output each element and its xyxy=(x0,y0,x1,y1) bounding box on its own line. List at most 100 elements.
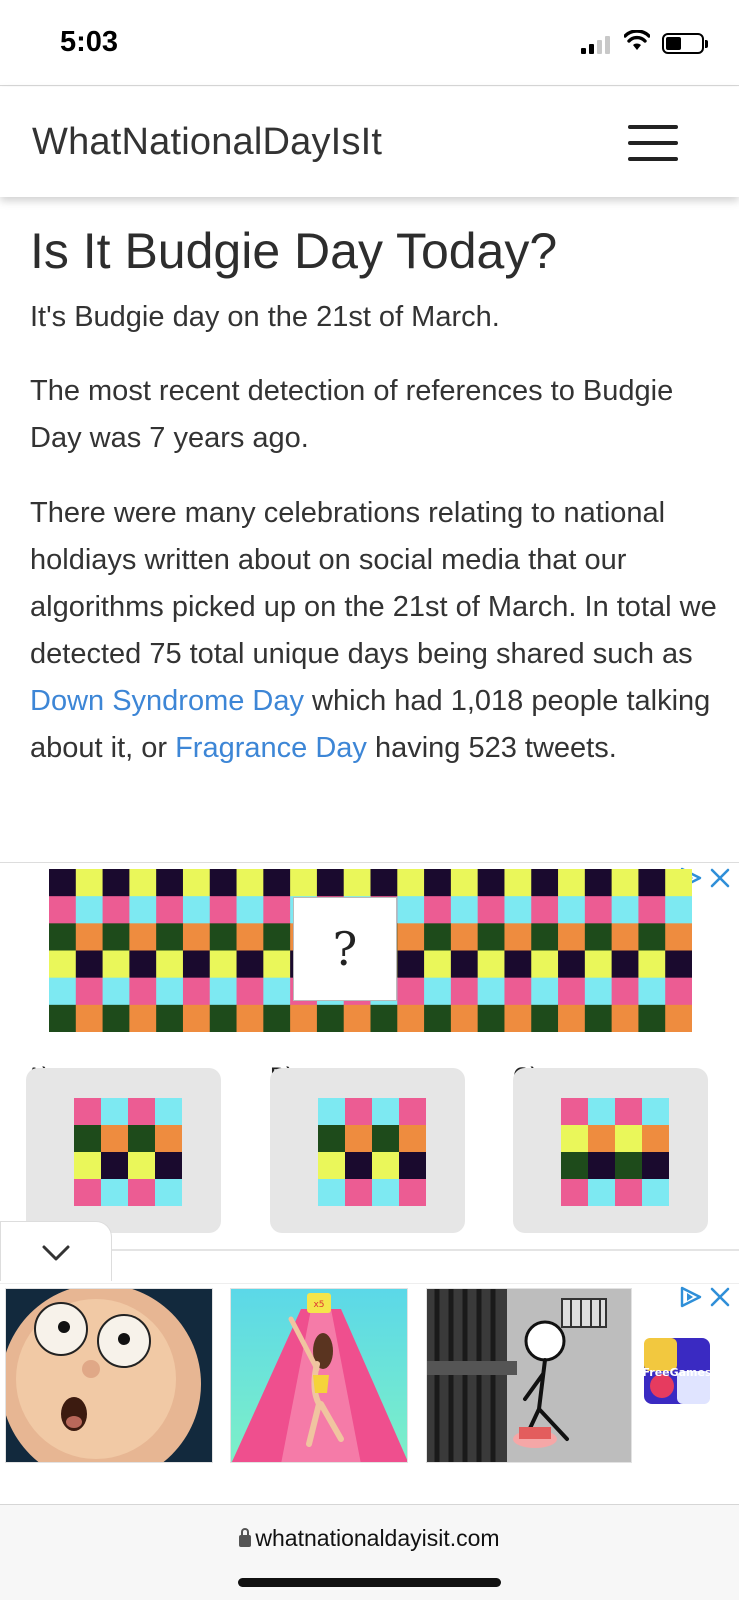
option-cell xyxy=(615,1125,643,1153)
pattern-cell xyxy=(129,923,157,951)
option-cell xyxy=(128,1125,156,1153)
pattern-cell xyxy=(665,923,692,951)
pattern-cell xyxy=(665,1004,692,1032)
pattern-cell xyxy=(49,1004,77,1032)
adchoices-icon[interactable] xyxy=(679,1286,703,1308)
pattern-cell xyxy=(611,923,639,951)
pattern-cell xyxy=(665,977,692,1006)
pattern-cell xyxy=(156,977,184,1006)
games-ad[interactable]: x5 FreeGames xyxy=(0,1283,739,1463)
ad-controls xyxy=(679,1286,731,1308)
pattern-cell xyxy=(182,896,211,924)
pattern-cell xyxy=(182,869,211,897)
pattern-cell xyxy=(611,950,639,979)
option-cell xyxy=(128,1098,156,1126)
pattern-cell xyxy=(531,923,559,951)
option-a-card[interactable] xyxy=(26,1068,221,1233)
fragrance-day-link[interactable]: Fragrance Day xyxy=(175,732,367,764)
option-b-card[interactable] xyxy=(270,1068,465,1233)
pattern-cell xyxy=(290,869,318,897)
pattern-cell xyxy=(558,950,586,979)
pattern-cell xyxy=(263,977,291,1006)
pattern-cell xyxy=(316,869,345,897)
pattern-cell xyxy=(343,1004,371,1032)
puzzle-ad[interactable]: ? A) B) C) xyxy=(0,862,739,1281)
divider xyxy=(110,1249,739,1251)
stats-paragraph: There were many celebrations relating to… xyxy=(30,490,720,772)
pattern-cell xyxy=(584,896,613,924)
option-cell xyxy=(74,1098,102,1126)
pattern-cell xyxy=(209,950,238,979)
pattern-cell xyxy=(156,923,184,951)
option-cell xyxy=(101,1179,129,1206)
option-cell xyxy=(588,1179,616,1206)
pattern-cell xyxy=(75,977,104,1006)
pattern-cell xyxy=(397,977,425,1006)
pattern-cell xyxy=(638,923,666,951)
option-cell xyxy=(101,1152,129,1180)
pattern-cell xyxy=(558,1004,586,1032)
question-mark: ? xyxy=(332,922,358,976)
down-syndrome-day-link[interactable]: Down Syndrome Day xyxy=(30,685,304,717)
option-cell xyxy=(372,1179,400,1206)
option-c-card[interactable] xyxy=(513,1068,708,1233)
pattern-cell xyxy=(611,1004,639,1032)
pattern-cell xyxy=(102,869,130,897)
pattern-cell xyxy=(102,950,130,979)
close-icon[interactable] xyxy=(709,867,731,889)
date-paragraph: It's Budgie day on the 21st of March. xyxy=(30,301,500,333)
pattern-cell xyxy=(75,950,104,979)
pattern-cell xyxy=(477,977,505,1006)
recent-paragraph: The most recent detection of references … xyxy=(30,375,674,454)
pattern-cell xyxy=(397,923,425,951)
pattern-cell xyxy=(156,950,184,979)
pattern-cell xyxy=(450,869,479,897)
option-cell xyxy=(74,1179,102,1206)
pattern-cell xyxy=(504,896,532,924)
pattern-cell xyxy=(75,1004,104,1032)
runner-game-thumbnail[interactable]: x5 xyxy=(230,1288,408,1463)
pattern-cell xyxy=(102,977,130,1006)
browser-url-bar[interactable]: whatnationaldayisit.com xyxy=(0,1504,739,1600)
option-cell xyxy=(561,1125,589,1153)
pattern-cell xyxy=(370,869,398,897)
option-cell xyxy=(372,1125,400,1153)
option-cell xyxy=(372,1098,400,1126)
pattern-cell xyxy=(584,923,613,951)
stickman-prison-thumbnail[interactable] xyxy=(426,1288,632,1463)
pattern-cell xyxy=(504,977,532,1006)
pattern-cell xyxy=(49,950,77,979)
url-display[interactable]: whatnationaldayisit.com xyxy=(0,1525,739,1552)
pattern-cell xyxy=(209,869,238,897)
pattern-cell xyxy=(316,1004,345,1032)
pattern-cell xyxy=(263,923,291,951)
pattern-cell xyxy=(263,1004,291,1032)
freegames-logo[interactable]: FreeGames xyxy=(642,1336,712,1406)
pattern-cell xyxy=(49,923,77,951)
option-cell xyxy=(155,1152,182,1180)
pattern-cell xyxy=(209,977,238,1006)
pattern-cell xyxy=(531,1004,559,1032)
site-logo[interactable]: WhatNationalDayIsIt xyxy=(32,121,382,164)
pattern-cell xyxy=(584,950,613,979)
cartoon-face-thumbnail[interactable] xyxy=(5,1288,213,1463)
pattern-cell xyxy=(665,869,692,897)
close-icon[interactable] xyxy=(709,1286,731,1308)
hamburger-menu-icon[interactable] xyxy=(628,125,678,161)
pattern-cell xyxy=(129,869,157,897)
article: Is It Budgie Day Today? It's Budgie day … xyxy=(30,212,720,772)
pattern-cell xyxy=(129,896,157,924)
home-indicator[interactable] xyxy=(238,1578,501,1587)
option-cell xyxy=(399,1152,426,1180)
pattern-cell xyxy=(182,950,211,979)
pattern-cell xyxy=(531,896,559,924)
pattern-cell xyxy=(558,896,586,924)
collapse-ad-tab[interactable] xyxy=(0,1221,112,1281)
option-cell xyxy=(399,1125,426,1153)
pattern-cell xyxy=(397,896,425,924)
pattern-cell xyxy=(49,896,77,924)
pattern-cell xyxy=(424,950,452,979)
pattern-cell xyxy=(236,950,264,979)
option-cell xyxy=(561,1152,589,1180)
option-cell xyxy=(588,1098,616,1126)
